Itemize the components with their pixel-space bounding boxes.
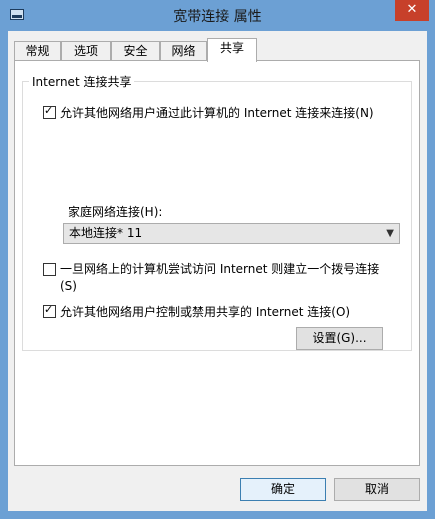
home-network-value: 本地连接* 11 [69,226,143,240]
allow-share-checkbox[interactable] [43,104,56,119]
window-title: 宽带连接 属性 [173,9,262,25]
cancel-button[interactable]: 取消 [334,478,420,501]
tab-security[interactable]: 安全 [111,41,160,61]
tab-sharing[interactable]: 共享 [207,38,257,62]
allow-control-checkbox[interactable] [43,303,56,318]
chevron-down-icon: ▼ [386,228,394,239]
dialog-client-area: 常规 选项 安全 网络 共享 Internet 连接共享 允许其他网络用户通过此… [8,31,427,511]
ics-groupbox: Internet 连接共享 允许其他网络用户通过此计算机的 Internet 连… [22,73,412,351]
sharing-panel: Internet 连接共享 允许其他网络用户通过此计算机的 Internet 连… [14,60,420,466]
dial-on-demand-label: 一旦网络上的计算机尝试访问 Internet 则建立一个拨号连接(S) [60,262,380,293]
allow-share-row[interactable]: 允许其他网络用户通过此计算机的 Internet 连接来连接(N) [43,104,374,121]
properties-window: 宽带连接 属性 ✕ 常规 选项 安全 网络 共享 Internet 连接共享 允… [0,0,435,519]
tab-options[interactable]: 选项 [61,41,111,61]
ok-button[interactable]: 确定 [240,478,326,501]
close-button[interactable]: ✕ [395,0,429,21]
groupbox-legend: Internet 连接共享 [29,73,135,90]
allow-share-label: 允许其他网络用户通过此计算机的 Internet 连接来连接(N) [60,106,374,120]
dial-on-demand-checkbox[interactable] [43,263,56,276]
home-network-label: 家庭网络连接(H): [68,205,163,219]
allow-control-row[interactable]: 允许其他网络用户控制或禁用共享的 Internet 连接(O) [43,303,350,320]
allow-control-label: 允许其他网络用户控制或禁用共享的 Internet 连接(O) [60,305,351,319]
title-bar: 宽带连接 属性 ✕ [0,0,435,30]
tab-networking[interactable]: 网络 [160,41,207,61]
tab-general[interactable]: 常规 [14,41,61,61]
settings-button[interactable]: 设置(G)... [296,327,383,350]
dial-on-demand-row[interactable]: 一旦网络上的计算机尝试访问 Internet 则建立一个拨号连接(S) [43,261,395,295]
home-network-select[interactable]: 本地连接* 11 ▼ [63,223,400,244]
